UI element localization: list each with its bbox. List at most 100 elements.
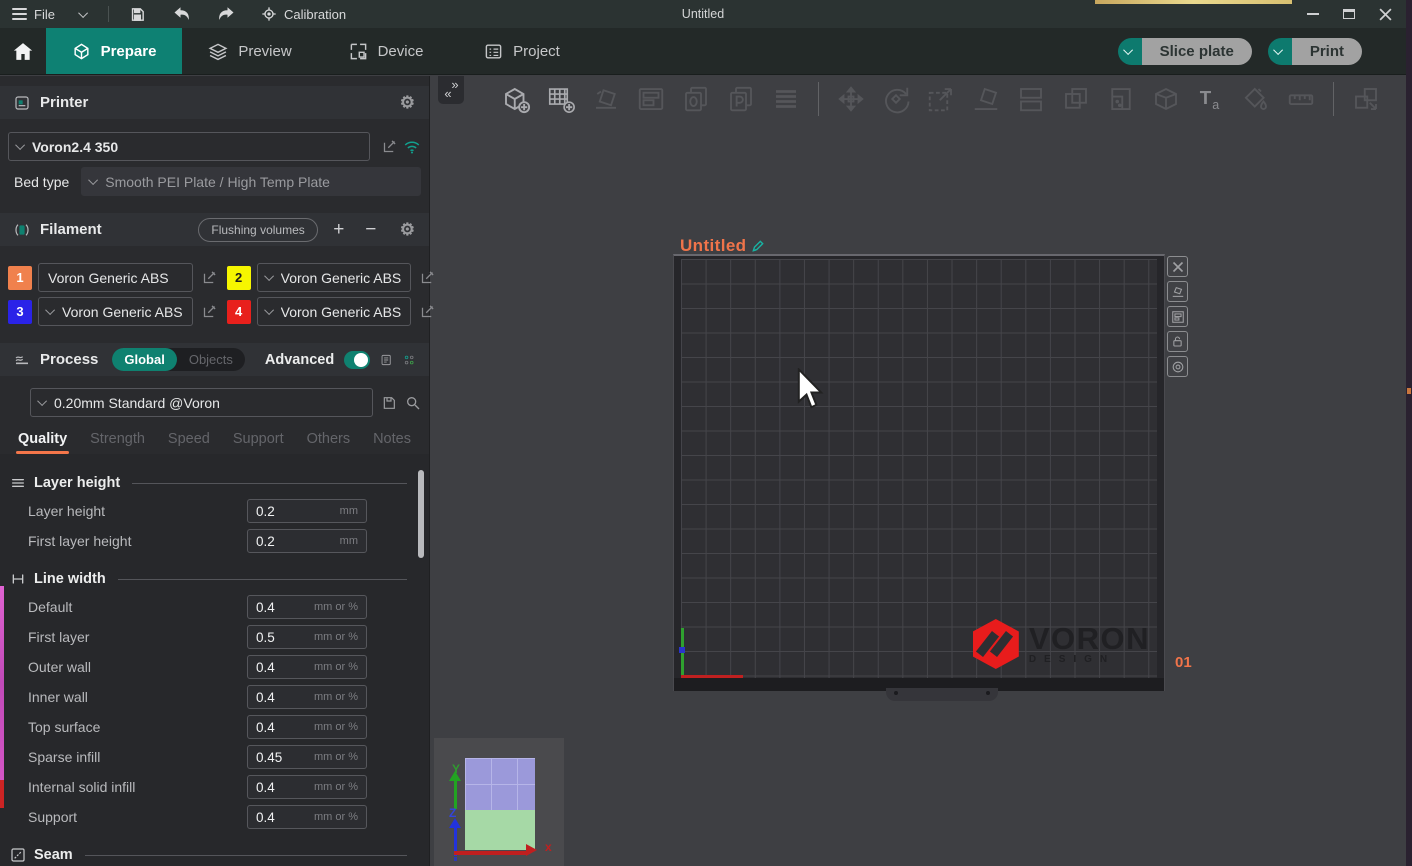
parameter-table-icon[interactable] bbox=[403, 352, 415, 368]
edit-filament-3-icon[interactable] bbox=[202, 304, 217, 319]
setting-row: Inner wall 0.4 mm or % bbox=[10, 682, 407, 712]
filament-3-color-badge[interactable]: 3 bbox=[8, 300, 32, 324]
printer-settings-gear-icon[interactable]: ⚙ bbox=[400, 94, 415, 111]
close-button[interactable] bbox=[1374, 3, 1396, 25]
lock-plate-icon[interactable] bbox=[1167, 331, 1188, 352]
remove-filament-button[interactable]: − bbox=[360, 219, 382, 241]
home-button[interactable] bbox=[0, 28, 46, 74]
scope-objects-button[interactable]: Objects bbox=[177, 348, 245, 371]
search-settings-icon[interactable] bbox=[405, 395, 421, 411]
arrange-icon[interactable] bbox=[634, 82, 668, 116]
line-width-support-input[interactable]: 0.4 mm or % bbox=[247, 805, 367, 829]
tab-quality[interactable]: Quality bbox=[18, 431, 67, 454]
slice-plate-button[interactable]: Slice plate bbox=[1142, 38, 1252, 65]
setting-row: Default 0.4 mm or % bbox=[10, 592, 407, 622]
line-width-outer-wall-input[interactable]: 0.4 mm or % bbox=[247, 655, 367, 679]
plate-name[interactable]: Untitled bbox=[680, 236, 765, 256]
mouse-cursor bbox=[795, 368, 825, 410]
line-width-top-surface-input[interactable]: 0.4 mm or % bbox=[247, 715, 367, 739]
mesh-boolean-icon[interactable] bbox=[1149, 82, 1183, 116]
edit-printer-icon[interactable] bbox=[382, 139, 397, 154]
filament-3-select[interactable]: Voron Generic ABS bbox=[38, 297, 193, 326]
printer-select-chevron-icon bbox=[15, 140, 25, 150]
edit-filament-4-icon[interactable] bbox=[420, 304, 435, 319]
add-filament-button[interactable]: + bbox=[328, 219, 350, 241]
lay-on-face-icon[interactable] bbox=[969, 82, 1003, 116]
print-button[interactable]: Print bbox=[1292, 38, 1362, 65]
process-preset-select[interactable]: 0.20mm Standard @Voron bbox=[30, 388, 373, 417]
line-width-internal-solid-infill-input[interactable]: 0.4 mm or % bbox=[247, 775, 367, 799]
calibration-button[interactable]: Calibration bbox=[261, 6, 346, 22]
minimize-button[interactable] bbox=[1302, 3, 1324, 25]
add-plate-icon[interactable] bbox=[544, 82, 578, 116]
assembly-view-icon[interactable] bbox=[1349, 82, 1383, 116]
split-to-objects-icon[interactable] bbox=[1014, 82, 1048, 116]
layer-height-input[interactable]: 0.2 mm bbox=[247, 499, 367, 523]
copy-icon[interactable] bbox=[679, 82, 713, 116]
build-plate-surface[interactable] bbox=[681, 259, 1157, 678]
split-to-parts-icon[interactable] bbox=[1059, 82, 1093, 116]
printer-select[interactable]: Voron2.4 350 bbox=[8, 132, 370, 161]
fill-bed-icon[interactable] bbox=[1104, 82, 1138, 116]
3d-viewport[interactable]: » « bbox=[431, 76, 1406, 866]
line-width-default-input[interactable]: 0.4 mm or % bbox=[247, 595, 367, 619]
build-plate[interactable]: VORON DESIGN bbox=[673, 254, 1165, 691]
undo-button[interactable] bbox=[173, 5, 191, 23]
collapse-sidebar-button[interactable]: » « bbox=[438, 76, 464, 104]
filament-2-select[interactable]: Voron Generic ABS bbox=[257, 263, 412, 292]
sidebar-scrollbar[interactable] bbox=[418, 470, 424, 558]
tab-preview[interactable]: Preview bbox=[182, 28, 318, 74]
save-preset-icon[interactable] bbox=[381, 395, 397, 411]
first-layer-height-input[interactable]: 0.2 mm bbox=[247, 529, 367, 553]
text-tool-icon[interactable]: T a bbox=[1194, 82, 1228, 116]
bed-type-select[interactable]: Smooth PEI Plate / High Temp Plate bbox=[81, 167, 421, 196]
tab-support[interactable]: Support bbox=[233, 431, 284, 454]
file-menu-chevron-icon[interactable] bbox=[78, 8, 88, 18]
filament-1-select[interactable]: Voron Generic ABS bbox=[38, 263, 193, 292]
plate-settings-icon[interactable] bbox=[1167, 356, 1188, 377]
line-width-inner-wall-input[interactable]: 0.4 mm or % bbox=[247, 685, 367, 709]
tab-strength[interactable]: Strength bbox=[90, 431, 145, 454]
line-width-first-layer-input[interactable]: 0.5 mm or % bbox=[247, 625, 367, 649]
paste-icon[interactable] bbox=[724, 82, 758, 116]
maximize-button[interactable] bbox=[1338, 3, 1360, 25]
move-icon[interactable] bbox=[834, 82, 868, 116]
measure-icon[interactable] bbox=[1284, 82, 1318, 116]
tab-project[interactable]: Project bbox=[454, 28, 590, 74]
setting-row: Top surface 0.4 mm or % bbox=[10, 712, 407, 742]
auto-orient-icon[interactable] bbox=[589, 82, 623, 116]
preset-list-icon[interactable] bbox=[380, 352, 392, 368]
color-paint-icon[interactable] bbox=[1239, 82, 1273, 116]
filament-settings-gear-icon[interactable]: ⚙ bbox=[400, 221, 415, 238]
wifi-icon[interactable] bbox=[403, 139, 421, 154]
rename-plate-pencil-icon[interactable] bbox=[751, 239, 765, 253]
tab-others[interactable]: Others bbox=[307, 431, 351, 454]
scope-global-button[interactable]: Global bbox=[112, 348, 176, 371]
advanced-toggle[interactable] bbox=[344, 351, 370, 369]
tab-speed[interactable]: Speed bbox=[168, 431, 210, 454]
filament-1-color-badge[interactable]: 1 bbox=[8, 266, 32, 290]
slice-options-button[interactable] bbox=[1118, 38, 1142, 65]
file-menu[interactable]: File bbox=[12, 5, 55, 23]
variable-layer-height-icon[interactable] bbox=[769, 82, 803, 116]
orient-plate-icon[interactable] bbox=[1167, 281, 1188, 302]
tab-prepare[interactable]: Prepare bbox=[46, 28, 182, 74]
scale-icon[interactable] bbox=[924, 82, 958, 116]
print-options-button[interactable] bbox=[1268, 38, 1292, 65]
tab-notes[interactable]: Notes bbox=[373, 431, 411, 454]
flushing-volumes-button[interactable]: Flushing volumes bbox=[198, 218, 317, 242]
filament-2-color-badge[interactable]: 2 bbox=[227, 266, 251, 290]
filament-4-select[interactable]: Voron Generic ABS bbox=[257, 297, 412, 326]
arrange-plate-icon[interactable] bbox=[1167, 306, 1188, 327]
rotate-icon[interactable] bbox=[879, 82, 913, 116]
save-button[interactable] bbox=[129, 5, 147, 23]
edit-filament-1-icon[interactable] bbox=[202, 270, 217, 285]
filament-4-color-badge[interactable]: 4 bbox=[227, 300, 251, 324]
edit-filament-2-icon[interactable] bbox=[420, 270, 435, 285]
redo-button[interactable] bbox=[217, 5, 235, 23]
line-width-sparse-infill-input[interactable]: 0.45 mm or % bbox=[247, 745, 367, 769]
delete-plate-icon[interactable] bbox=[1167, 256, 1188, 277]
tab-device[interactable]: Device bbox=[318, 28, 454, 74]
add-object-icon[interactable] bbox=[499, 82, 533, 116]
process-scope-switch: Global Objects bbox=[112, 348, 245, 371]
